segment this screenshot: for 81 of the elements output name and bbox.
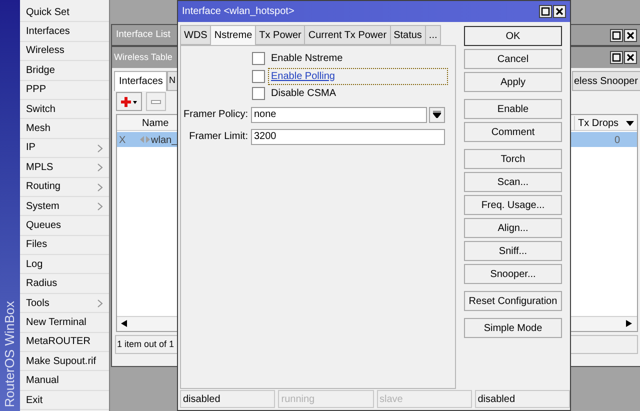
checkbox-label[interactable]: Enable Polling: [268, 68, 448, 85]
checkbox[interactable]: [252, 87, 265, 100]
dialog-button[interactable]: Comment: [464, 122, 562, 142]
tab[interactable]: Tx Power: [255, 25, 306, 45]
status-field: slave: [376, 390, 472, 408]
close-icon: [553, 5, 566, 18]
scroll-right-icon: [626, 320, 632, 327]
field-label: Framer Limit:: [188, 130, 249, 144]
checkbox[interactable]: [252, 70, 265, 83]
dialog-button[interactable]: Cancel: [464, 49, 562, 69]
dialog-button[interactable]: Snooper...: [464, 264, 562, 284]
checkbox-label[interactable]: Disable CSMA: [268, 85, 340, 102]
tab[interactable]: Current Tx Power: [304, 25, 391, 45]
checkbox-label[interactable]: Enable Nstreme: [268, 50, 346, 68]
dialog-button[interactable]: Align...: [464, 218, 562, 238]
menu-item[interactable]: IP: [20, 138, 109, 158]
dialog-button[interactable]: Sniff...: [464, 241, 562, 261]
brand-title: RouterOS WinBox: [1, 300, 18, 407]
column-menu-icon: [626, 121, 634, 126]
dropdown-field[interactable]: none: [251, 106, 427, 122]
window-title: Wireless Table: [114, 50, 172, 64]
dialog-button[interactable]: Scan...: [464, 172, 562, 192]
tab[interactable]: Status: [390, 25, 426, 45]
menu-item[interactable]: Wireless: [20, 42, 109, 62]
close-icon: [624, 28, 637, 42]
dialog-button[interactable]: Enable: [464, 99, 562, 119]
dropdown-arrow-icon: [433, 111, 441, 118]
menu-item[interactable]: Interfaces: [20, 22, 109, 42]
menu-item[interactable]: MPLS: [20, 158, 109, 178]
tab[interactable]: Interfaces: [114, 71, 167, 91]
add-button[interactable]: [116, 92, 142, 111]
menu-item[interactable]: Routing: [20, 178, 109, 197]
dialog-button[interactable]: Freq. Usage...: [464, 195, 562, 215]
menu-item[interactable]: Switch: [20, 100, 109, 120]
menu-item[interactable]: PPP: [20, 80, 109, 100]
menu-item[interactable]: Radius: [20, 274, 109, 294]
maximize-icon: [610, 28, 623, 42]
menu-item[interactable]: New Terminal: [20, 313, 109, 333]
menu-item[interactable]: MetaROUTER: [20, 332, 109, 352]
menu-item[interactable]: Quick Set: [20, 3, 109, 22]
menu-item[interactable]: System: [20, 196, 109, 216]
dialog-button[interactable]: Simple Mode: [464, 318, 562, 338]
minus-icon: [151, 100, 161, 104]
field-label: Framer Policy:: [182, 108, 249, 122]
dialog-button[interactable]: Apply: [464, 72, 562, 92]
dialog-title: Interface <wlan_hotspot>: [182, 5, 294, 19]
menu-item[interactable]: Exit: [20, 390, 109, 410]
column-header: Tx Drops: [574, 116, 620, 131]
menu-item[interactable]: Log: [20, 255, 109, 274]
window-title: Interface List: [116, 28, 170, 42]
dialog-button[interactable]: OK: [464, 26, 562, 46]
close-icon: [624, 51, 637, 64]
menu-item[interactable]: Bridge: [20, 61, 109, 81]
dialog-button[interactable]: Reset Configuration: [464, 291, 562, 311]
tab[interactable]: Nstreme: [210, 25, 256, 45]
dropdown-button[interactable]: [429, 106, 445, 122]
menu-item[interactable]: Tools: [20, 294, 109, 314]
status-field: disabled: [474, 390, 570, 408]
scroll-left-icon: [121, 320, 127, 327]
checkbox[interactable]: [252, 52, 265, 66]
menu-item[interactable]: Files: [20, 236, 109, 256]
dialog-button[interactable]: Torch: [464, 149, 562, 169]
status-field: running: [278, 390, 374, 408]
interface-icon: [140, 135, 150, 144]
tab[interactable]: WDS: [180, 25, 212, 45]
tab[interactable]: eless Snooper: [572, 71, 640, 91]
maximize-icon: [610, 51, 623, 64]
maximize-icon: [539, 5, 552, 18]
status-field: disabled: [180, 390, 276, 408]
remove-button[interactable]: [146, 92, 166, 111]
input-field[interactable]: 3200: [251, 128, 445, 144]
menu-item[interactable]: Make Supout.rif: [20, 352, 109, 372]
column-header: Name: [142, 117, 169, 131]
plus-icon: [121, 96, 137, 108]
table-cell-text: X: [119, 134, 126, 148]
tab[interactable]: ...: [424, 25, 442, 45]
menu-item[interactable]: Manual: [20, 371, 109, 391]
table-cell-text: 0: [613, 134, 620, 148]
menu-item[interactable]: Mesh: [20, 119, 109, 139]
table-cell-text: wlan_: [151, 134, 178, 148]
menu-item[interactable]: Queues: [20, 216, 109, 236]
